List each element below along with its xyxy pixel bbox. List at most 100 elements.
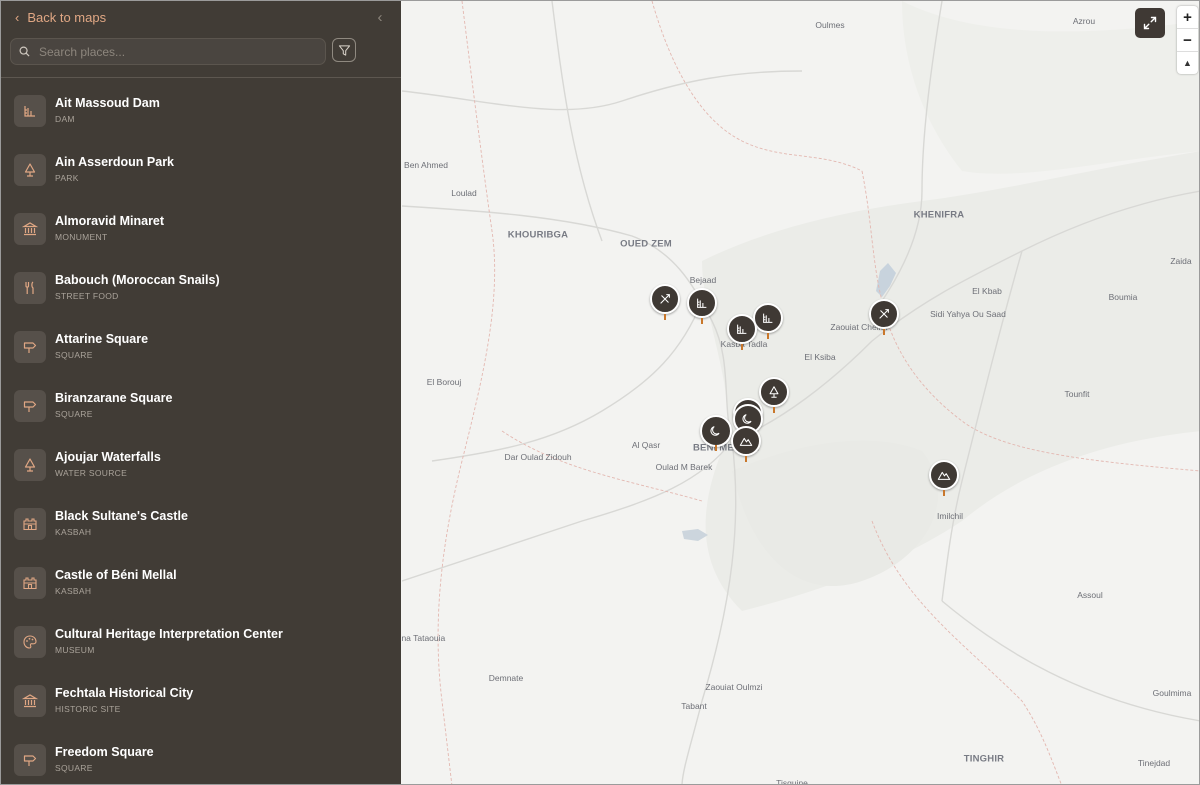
map-marker[interactable] xyxy=(650,284,680,320)
place-category: STREET FOOD xyxy=(55,291,119,301)
place-category: MONUMENT xyxy=(55,232,108,242)
expand-icon xyxy=(1143,16,1157,30)
map-marker[interactable] xyxy=(929,460,959,496)
castle-icon xyxy=(23,518,37,531)
place-icon-tile xyxy=(14,331,46,363)
place-name: Freedom Square xyxy=(55,745,154,759)
place-label: Sidi Yahya Ou Saad xyxy=(930,309,1006,319)
castle-icon xyxy=(23,577,37,590)
filter-button[interactable] xyxy=(332,38,356,62)
place-icon-tile xyxy=(14,685,46,717)
place-list-item[interactable]: Fechtala Historical City HISTORIC SITE xyxy=(1,668,401,727)
moon-icon xyxy=(710,426,720,436)
signpost-icon xyxy=(23,401,37,412)
place-icon-tile xyxy=(14,272,46,304)
place-label: Zaouiat Oulmzi xyxy=(705,682,763,692)
zoom-in-button[interactable]: + xyxy=(1177,6,1198,28)
place-category: KASBAH xyxy=(55,527,92,537)
signpost-icon xyxy=(23,342,37,353)
map-marker[interactable] xyxy=(700,415,732,451)
place-label: Azrou xyxy=(1072,16,1096,26)
place-label: Tinejdad xyxy=(1137,758,1171,768)
place-category: SQUARE xyxy=(55,409,93,419)
place-icon-tile xyxy=(14,154,46,186)
monument-icon xyxy=(22,694,38,708)
search-icon xyxy=(11,46,37,57)
place-label: Boumia xyxy=(1108,292,1138,302)
place-label: Demnate xyxy=(488,673,524,683)
place-icon-tile xyxy=(14,95,46,127)
place-icon-tile xyxy=(14,508,46,540)
place-list-item[interactable]: Biranzarane Square SQUARE xyxy=(1,373,401,432)
filter-icon xyxy=(338,44,350,56)
place-list-item[interactable]: Castle of Béni Mellal KASBAH xyxy=(1,550,401,609)
map-marker[interactable] xyxy=(759,377,789,413)
place-icon-tile xyxy=(14,449,46,481)
place-label: KHOURIBGA xyxy=(507,229,569,241)
place-list-item[interactable]: Cultural Heritage Interpretation Center M… xyxy=(1,609,401,668)
search-input[interactable] xyxy=(37,43,311,60)
place-name: Attarine Square xyxy=(55,332,149,346)
app-frame: ‹ Back to maps ‹ Ait Massoud Dam DAM Ain A… xyxy=(0,0,1200,785)
back-to-maps-link[interactable]: ‹ Back to maps xyxy=(15,8,106,26)
place-label: KHENIFRA xyxy=(913,209,965,221)
place-list-item[interactable]: Almoravid Minaret MONUMENT xyxy=(1,196,401,255)
map-marker[interactable] xyxy=(731,426,761,462)
place-name: Fechtala Historical City xyxy=(55,686,194,700)
place-label: El Kbab xyxy=(972,286,1002,296)
place-category: PARK xyxy=(55,173,79,183)
compass-reset-button[interactable]: ▲ xyxy=(1177,51,1198,74)
utensils-icon xyxy=(25,281,34,294)
tree-icon xyxy=(769,386,779,398)
place-name: Babouch (Moroccan Snails) xyxy=(55,273,220,287)
map-marker[interactable] xyxy=(753,303,783,339)
place-icon-tile xyxy=(14,390,46,422)
dam-icon xyxy=(763,313,773,323)
search-box xyxy=(10,38,326,65)
place-category: WATER SOURCE xyxy=(55,468,128,478)
place-icon-tile xyxy=(14,626,46,658)
place-label: Bejaad xyxy=(689,275,717,285)
place-name: Cultural Heritage Interpretation Center xyxy=(55,627,283,641)
sidebar-header: ‹ Back to maps ‹ xyxy=(1,1,401,78)
place-list-item[interactable]: Black Sultane's Castle KASBAH xyxy=(1,491,401,550)
place-label: Tounfit xyxy=(1064,389,1090,399)
place-category: SQUARE xyxy=(55,350,93,360)
collapse-sidebar-icon[interactable]: ‹ xyxy=(373,10,387,26)
place-label: Imilchil xyxy=(937,511,963,521)
map-marker[interactable] xyxy=(687,288,717,324)
place-label: OUED ZEM xyxy=(620,238,672,250)
back-label: Back to maps xyxy=(27,9,107,25)
place-list-item[interactable]: Attarine Square SQUARE xyxy=(1,314,401,373)
zoom-out-button[interactable]: − xyxy=(1177,28,1198,51)
dam-icon xyxy=(737,324,747,334)
place-category: KASBAH xyxy=(55,586,92,596)
place-list-item[interactable]: Ain Asserdoun Park PARK xyxy=(1,137,401,196)
place-category: DAM xyxy=(55,114,75,124)
place-name: Ait Massoud Dam xyxy=(55,96,160,110)
place-name: Castle of Béni Mellal xyxy=(55,568,177,582)
place-list-item[interactable]: Ajoujar Waterfalls WATER SOURCE xyxy=(1,432,401,491)
place-list-item[interactable]: Babouch (Moroccan Snails) STREET FOOD xyxy=(1,255,401,314)
map-marker[interactable] xyxy=(869,299,899,335)
dam-icon xyxy=(24,106,35,117)
map-marker[interactable] xyxy=(727,314,757,350)
place-label: Tabant xyxy=(681,701,707,711)
place-label: El Ksiba xyxy=(804,352,836,362)
place-name: Almoravid Minaret xyxy=(55,214,165,228)
place-list-item[interactable]: Freedom Square SQUARE xyxy=(1,727,401,784)
tree-icon xyxy=(24,163,36,177)
fullscreen-button[interactable] xyxy=(1135,8,1165,38)
palette-icon xyxy=(23,635,37,649)
place-list-item[interactable]: Ait Massoud Dam DAM xyxy=(1,78,401,137)
place-icon-tile xyxy=(14,744,46,776)
place-label: Goulmima xyxy=(1152,688,1192,698)
monument-icon xyxy=(22,222,38,236)
places-sidebar: ‹ Back to maps ‹ Ait Massoud Dam DAM Ain A… xyxy=(1,1,401,784)
place-label: Dar Oulad Zidouh xyxy=(504,452,572,462)
compass-icon xyxy=(660,294,670,304)
map-view[interactable]: Oulmes Azrou Ben Ahmed Loulad KHOURIBGA OUED … xyxy=(402,1,1199,784)
signpost-icon xyxy=(23,755,37,766)
place-category: SQUARE xyxy=(55,763,93,773)
place-label: Oulmes xyxy=(815,20,845,30)
